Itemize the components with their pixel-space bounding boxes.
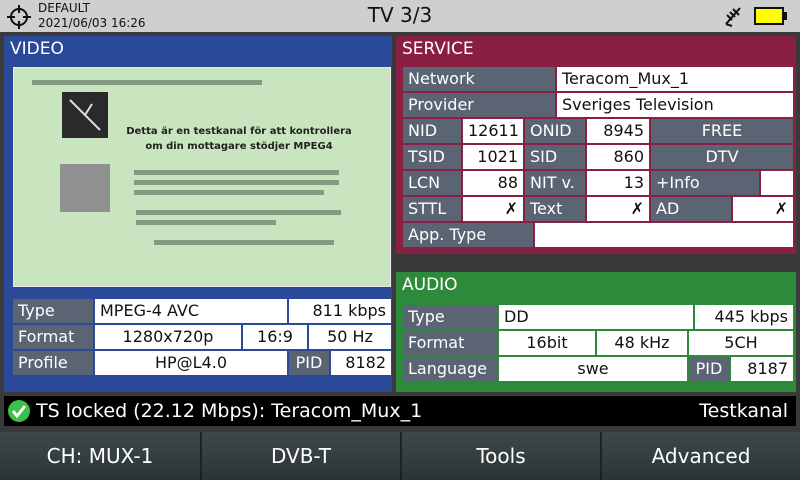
subtitle-label: STTL [403,197,461,221]
lcn-label: LCN [403,171,461,195]
audio-language-value: swe [499,357,687,381]
service-panel: SERVICE Network Teracom_Mux_1 Provider S… [396,36,796,254]
video-format-label: Format [13,325,93,349]
audio-samplerate-value: 48 kHz [597,331,687,355]
subtitle-value: ✗ [463,197,523,221]
top-status-bar: DEFAULT 2021/06/03 16:26 TV 3/3 [0,0,800,32]
datetime: 2021/06/03 16:26 [38,16,146,30]
tools-softkey[interactable]: Tools [400,432,600,480]
audio-pid-value: 8187 [731,357,793,381]
audio-language-label: Language [403,357,497,381]
advanced-softkey[interactable]: Advanced [600,432,800,480]
nit-version-label: NIT v. [525,171,585,195]
nid-label: NID [403,119,461,143]
service-tab[interactable]: SERVICE [396,36,512,62]
audio-tab[interactable]: AUDIO [396,272,496,298]
audio-format-label: Format [403,331,497,355]
test-clock-graphic [62,92,108,138]
nid-value: 12611 [463,119,523,143]
video-bitrate-value: 811 kbps [289,299,391,323]
preset-name: DEFAULT [38,1,90,15]
nit-version-value: 13 [587,171,649,195]
service-type-status: DTV [651,145,793,169]
ts-status-bar: TS locked (22.12 Mbps): Teracom_Mux_1 Te… [4,396,796,426]
video-pid-value: 8182 [331,351,391,375]
video-profile-value: HP@L4.0 [95,351,287,375]
provider-value: Sveriges Television [557,93,793,117]
audio-codec-value: DD [499,305,693,329]
more-info-button[interactable]: +Info [651,171,759,195]
audio-bits-value: 16bit [499,331,595,355]
audio-pid-label: PID [689,357,729,381]
free-status: FREE [651,119,793,143]
antenna-icon [725,7,741,27]
crosshair-icon [7,5,31,29]
video-preview: Detta är en testkanal för att kontroller… [13,67,391,287]
battery-icon [754,7,787,25]
video-profile-label: Profile [13,351,93,375]
provider-label: Provider [403,93,555,117]
onid-label: ONID [525,119,585,143]
network-value: Teracom_Mux_1 [557,67,793,91]
channel-softkey[interactable]: CH: MUX-1 [0,432,200,480]
onid-value: 8945 [587,119,649,143]
lcn-value: 88 [463,171,523,195]
audio-type-label: Type [403,305,497,329]
video-tab[interactable]: VIDEO [4,36,102,62]
video-type-label: Type [13,299,93,323]
more-info-value [761,171,793,195]
app-type-value [535,223,793,247]
video-codec-value: MPEG-4 AVC [95,299,287,323]
network-label: Network [403,67,555,91]
audio-description-value: ✗ [733,197,793,221]
video-panel: VIDEO Detta är en testkanal för att kont… [4,36,392,392]
test-pattern-graphic [60,164,110,212]
standard-softkey[interactable]: DVB-T [200,432,400,480]
text-label: Text [525,197,585,221]
video-pid-label: PID [289,351,329,375]
tsid-label: TSID [403,145,461,169]
softkey-bar: CH: MUX-1 DVB-T Tools Advanced [0,432,800,480]
audio-channels-value: 5CH [689,331,793,355]
tsid-value: 1021 [463,145,523,169]
audio-description-label: AD [651,197,731,221]
preview-heading: Detta är en testkanal för att kontroller… [126,126,352,152]
video-framerate-value: 50 Hz [309,325,391,349]
app-type-label: App. Type [403,223,533,247]
video-aspect-value: 16:9 [243,325,307,349]
program-name: Testkanal [699,400,788,422]
video-resolution-value: 1280x720p [95,325,241,349]
lock-check-icon [8,400,30,422]
audio-panel: AUDIO Type DD 445 kbps Format 16bit 48 k… [396,272,796,392]
sid-label: SID [525,145,585,169]
ts-status-message: TS locked (22.12 Mbps): Teracom_Mux_1 [36,400,423,422]
sid-value: 860 [587,145,649,169]
text-value: ✗ [587,197,649,221]
audio-bitrate-value: 445 kbps [695,305,793,329]
